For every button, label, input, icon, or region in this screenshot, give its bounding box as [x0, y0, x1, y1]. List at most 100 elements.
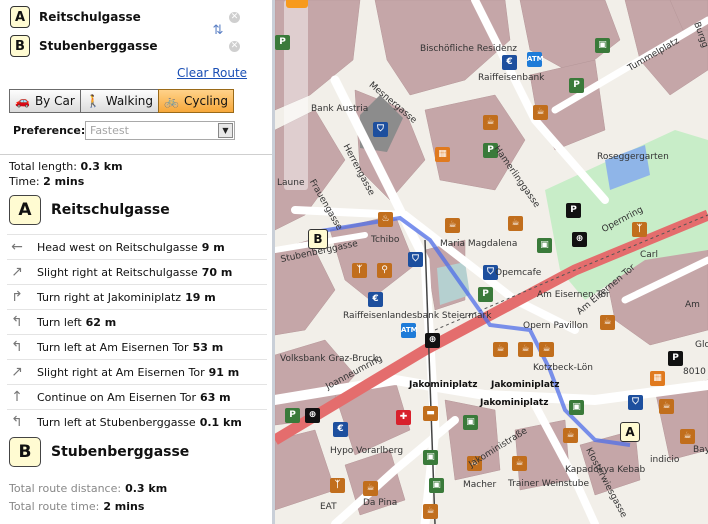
parking-icon[interactable]: P — [569, 78, 584, 93]
shop-icon[interactable]: ▦ — [435, 147, 450, 162]
direction-step[interactable]: ↱ Turn right at Jakominiplatz 19 m — [7, 284, 267, 309]
step-text: Continue on Am Eisernen Tor — [37, 390, 197, 404]
info-icon[interactable]: ▣ — [429, 478, 444, 493]
turn-left-icon: ↰ — [11, 314, 23, 330]
place-label: Am — [685, 300, 700, 310]
cafe-icon[interactable]: ☕ — [680, 429, 695, 444]
remove-waypoint-a-icon[interactable]: ✕ — [229, 12, 240, 23]
shopping-icon[interactable]: ⛉ — [408, 252, 423, 267]
cafe-icon[interactable]: ☕ — [539, 342, 554, 357]
direction-step[interactable]: ↰ Turn left at Stubenberggasse 0.1 km — [7, 409, 267, 434]
transit-icon[interactable]: ⊕ — [572, 232, 587, 247]
mode-car-button[interactable]: 🚗 By Car — [9, 89, 81, 113]
zoom-slider[interactable] — [284, 0, 308, 190]
restaurant-icon[interactable]: ♨ — [378, 212, 393, 227]
mode-walking-button[interactable]: 🚶 Walking — [79, 89, 160, 113]
waypoint-a-badge: A — [10, 6, 30, 28]
cafe-icon[interactable]: ☕ — [518, 342, 533, 357]
route-end: B Stubenberggasse — [9, 437, 189, 467]
place-label: Opern Pavillon — [523, 321, 589, 331]
restaurant-icon[interactable]: ☕ — [483, 115, 498, 130]
parking-icon[interactable]: P — [285, 408, 300, 423]
direction-step[interactable]: ↗ Slight right at Am Eisernen Tor 91 m — [7, 359, 267, 384]
summary-time-value: 2 mins — [43, 175, 85, 188]
waypoint-b-name[interactable]: Stubenberggasse — [39, 39, 158, 53]
parking-icon[interactable]: P — [668, 351, 683, 366]
restaurant-icon[interactable]: ᛉ — [352, 263, 367, 278]
summary-length: Total length: 0.3 km — [9, 160, 123, 173]
car-icon: 🚗 — [15, 94, 30, 108]
direction-step[interactable]: ↰ Turn left at Am Eisernen Tor 53 m — [7, 334, 267, 359]
place-label: Glo — [695, 340, 708, 350]
direction-step[interactable]: ↑ Continue on Am Eisernen Tor 63 m — [7, 384, 267, 409]
cafe-icon[interactable]: ☕ — [563, 428, 578, 443]
place-label: Bay — [693, 445, 708, 455]
place-label: Volksbank Graz-Bruck — [280, 354, 378, 364]
fastfood-icon[interactable]: ▬ — [423, 406, 438, 421]
turn-left-icon: ↰ — [11, 414, 23, 430]
pharmacy-icon[interactable]: ✚ — [396, 410, 411, 425]
waypoint-a-name[interactable]: Reitschulgasse — [39, 10, 141, 24]
atm-icon[interactable]: ATM — [527, 52, 544, 67]
route-marker-b[interactable]: B — [308, 229, 328, 249]
street-label: Jakominiplatz — [409, 380, 478, 390]
cafe-icon[interactable]: ☕ — [493, 342, 508, 357]
map-view[interactable]: € ATM ☕ ⛉ ▦ P P ☕ ▣ P ⊕ ♨ ☕ ☕ ᛉ ⚲ ⛉ ⛉ ▣ … — [275, 0, 708, 524]
route-panel: A Reitschulgasse ✕ ⇅ B Stubenberggasse ✕… — [0, 0, 272, 524]
cafe-icon[interactable]: ☕ — [445, 218, 460, 233]
turn-left-icon: ↰ — [11, 339, 23, 355]
bank-icon[interactable]: € — [502, 55, 517, 70]
parking-icon[interactable]: P — [275, 35, 290, 50]
total-time-label: Total route time: — [9, 500, 100, 513]
preference-value: Fastest — [90, 124, 129, 137]
street-label: Jakominiplatz — [480, 398, 549, 408]
shop-icon[interactable]: ▦ — [650, 371, 665, 386]
cafe-icon[interactable]: ☕ — [423, 504, 438, 519]
info-icon[interactable]: ▣ — [463, 415, 478, 430]
parking-icon[interactable]: P — [566, 203, 581, 218]
place-label: Macher — [463, 480, 497, 490]
info-icon[interactable]: ▣ — [569, 400, 584, 415]
place-label: 8010 Graz — [683, 367, 708, 377]
direction-step[interactable]: ↰ Turn left 62 m — [7, 309, 267, 334]
info-icon[interactable]: ▣ — [537, 238, 552, 253]
remove-waypoint-b-icon[interactable]: ✕ — [229, 41, 240, 52]
cafe-icon[interactable]: ☕ — [659, 399, 674, 414]
fastfood-icon[interactable]: ⚲ — [377, 263, 392, 278]
info-icon[interactable]: ▣ — [423, 450, 438, 465]
total-time: Total route time: 2 mins — [9, 500, 144, 513]
chevron-down-icon[interactable]: ▼ — [218, 123, 233, 138]
cafe-icon[interactable]: ☕ — [508, 216, 523, 231]
direction-step[interactable]: ↗ Slight right at Reitschulgasse 70 m — [7, 259, 267, 284]
shopping-icon[interactable]: ⛉ — [373, 122, 388, 137]
info-icon[interactable]: ▣ — [595, 38, 610, 53]
waypoint-b-row[interactable]: B Stubenberggasse — [10, 34, 158, 58]
cafe-icon[interactable]: ☕ — [363, 481, 378, 496]
restaurant-icon[interactable]: ᛉ — [330, 478, 345, 493]
swap-arrows-icon[interactable]: ⇅ — [211, 24, 225, 38]
parking-icon[interactable]: P — [478, 287, 493, 302]
restaurant-icon[interactable]: ☕ — [533, 105, 548, 120]
step-text: Turn right at Jakominiplatz — [37, 290, 182, 304]
shopping-icon[interactable]: ⛉ — [628, 395, 643, 410]
clear-route-link[interactable]: Clear Route — [177, 66, 247, 80]
place-label: Kotzbeck-Lön — [533, 363, 593, 373]
preference-select[interactable]: Fastest ▼ — [85, 121, 235, 140]
direction-step[interactable]: ← Head west on Reitschulgasse 9 m — [7, 234, 267, 259]
travel-mode-bar: 🚗 By Car 🚶 Walking 🚲 Cycling — [9, 89, 234, 113]
cafe-icon[interactable]: ☕ — [600, 315, 615, 330]
mode-cycling-button[interactable]: 🚲 Cycling — [158, 89, 234, 113]
step-distance: 70 m — [201, 265, 233, 279]
place-label: Raiffeisenbank — [478, 73, 545, 83]
route-marker-a[interactable]: A — [620, 422, 640, 442]
bank-icon[interactable]: € — [368, 292, 383, 307]
restaurant-icon[interactable]: ᛉ — [632, 222, 647, 237]
bank-icon[interactable]: € — [333, 422, 348, 437]
transit-icon[interactable]: ⊕ — [305, 408, 320, 423]
zoom-handle[interactable] — [286, 0, 308, 8]
step-distance: 62 m — [85, 315, 117, 329]
cafe-icon[interactable]: ☕ — [512, 456, 527, 471]
waypoint-a-row[interactable]: A Reitschulgasse — [10, 5, 141, 29]
atm-icon[interactable]: ATM — [401, 323, 418, 338]
transit-icon[interactable]: ⊕ — [425, 333, 440, 348]
